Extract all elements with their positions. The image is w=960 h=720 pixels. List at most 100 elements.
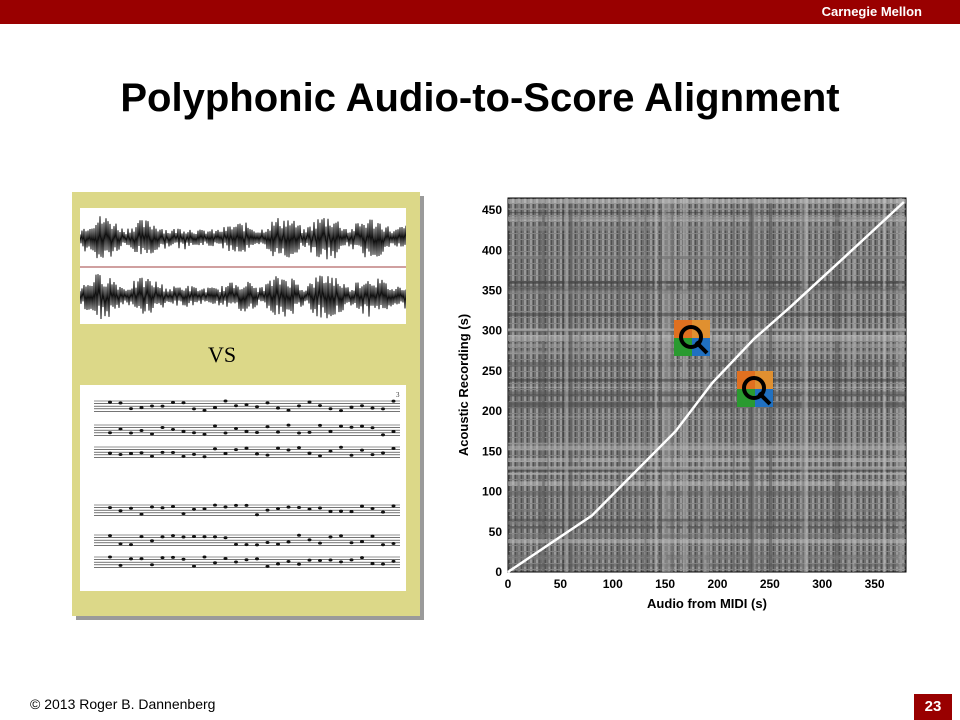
x-tick-label: 150	[655, 577, 675, 591]
vs-label: VS	[207, 342, 237, 367]
brand-label: Carnegie Mellon	[821, 4, 922, 19]
score-note	[381, 510, 385, 514]
score-note	[108, 506, 112, 510]
score-note	[318, 404, 322, 408]
score-note	[297, 404, 301, 408]
score-note	[339, 409, 343, 413]
score-note	[192, 564, 196, 568]
score-note	[339, 445, 343, 449]
matrix-band	[568, 198, 573, 572]
score-note	[223, 451, 228, 455]
score-note	[181, 512, 186, 516]
score-note	[255, 543, 259, 547]
matrix-band	[517, 198, 520, 572]
score-note	[160, 535, 165, 539]
score-note	[150, 432, 154, 436]
score-note	[276, 446, 280, 450]
matrix-band	[654, 198, 657, 572]
score-note	[391, 559, 396, 563]
score-note	[213, 535, 217, 539]
score-note	[370, 534, 375, 538]
score-note	[255, 405, 259, 409]
score-note	[370, 453, 375, 457]
score-note	[381, 433, 385, 437]
x-tick-label: 50	[554, 577, 568, 591]
score-note	[139, 428, 144, 432]
matrix-band	[702, 198, 705, 572]
matrix-band	[636, 198, 640, 572]
score-note	[171, 555, 175, 559]
score-note	[391, 430, 396, 434]
score-note	[118, 452, 123, 456]
score-note	[202, 555, 207, 559]
score-note	[150, 505, 154, 509]
matrix-band	[804, 198, 808, 572]
score-note	[349, 510, 354, 514]
score-note	[139, 406, 144, 410]
score-note	[129, 407, 133, 411]
score-note	[181, 557, 186, 561]
score-note	[223, 399, 228, 403]
score-note	[192, 452, 196, 456]
score-note	[265, 540, 270, 544]
score-note	[318, 506, 322, 510]
score-note	[108, 400, 112, 404]
music-score-image: 3	[80, 385, 406, 591]
y-tick-label: 50	[489, 525, 503, 539]
score-note	[381, 543, 385, 547]
score-note	[286, 540, 291, 544]
score-note	[318, 454, 322, 458]
score-note	[234, 404, 238, 408]
score-note	[349, 405, 354, 409]
score-note	[391, 399, 396, 403]
score-note	[244, 429, 249, 433]
score-note	[244, 403, 249, 407]
score-note	[213, 561, 217, 565]
score-note	[381, 407, 385, 411]
score-note	[234, 427, 238, 431]
score-note	[307, 400, 312, 404]
score-note	[276, 542, 280, 546]
y-tick-label: 0	[495, 565, 502, 579]
score-note	[360, 556, 364, 560]
score-note	[129, 452, 133, 456]
score-note	[213, 406, 217, 410]
score-note	[370, 426, 375, 430]
score-note	[328, 509, 333, 513]
score-note	[276, 507, 280, 511]
score-note	[234, 560, 238, 564]
score-note	[349, 558, 354, 562]
score-note	[139, 557, 144, 561]
score-note	[297, 505, 301, 509]
score-note	[139, 512, 144, 516]
matrix-band	[542, 198, 545, 572]
matrix-band	[662, 198, 667, 572]
score-note	[318, 558, 322, 562]
score-note	[265, 453, 270, 457]
matrix-band	[638, 198, 641, 572]
score-note	[265, 425, 270, 429]
score-note	[307, 430, 312, 434]
matrix-band	[834, 198, 840, 572]
score-note	[202, 408, 207, 412]
score-note	[244, 558, 249, 562]
score-note	[244, 543, 249, 547]
score-note	[181, 429, 186, 433]
score-note	[286, 448, 291, 452]
score-note	[171, 451, 175, 455]
score-note	[202, 507, 207, 511]
score-note	[150, 563, 154, 567]
matrix-band	[508, 289, 906, 291]
score-note	[129, 557, 133, 561]
score-note	[129, 543, 133, 547]
x-tick-label: 0	[505, 577, 512, 591]
y-tick-label: 200	[482, 404, 502, 418]
score-note	[129, 431, 133, 435]
score-note	[118, 563, 123, 567]
quicktime-icon[interactable]	[674, 320, 710, 356]
score-note	[108, 451, 112, 455]
quicktime-icon[interactable]	[737, 371, 773, 407]
score-note	[286, 408, 291, 412]
score-note	[339, 560, 343, 564]
matrix-band	[660, 198, 662, 572]
